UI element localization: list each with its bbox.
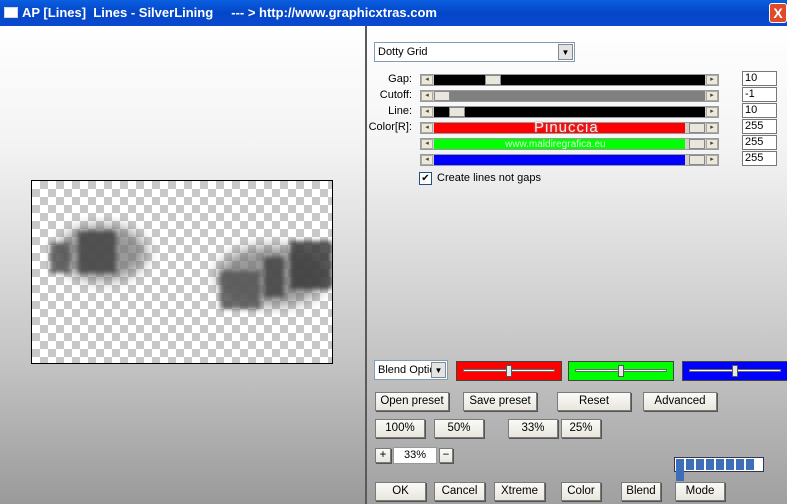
cancel-button[interactable]: Cancel: [434, 482, 485, 501]
preset-value: Dotty Grid: [378, 46, 428, 58]
cutoff-value-field[interactable]: -1: [742, 87, 777, 102]
swatch-handle[interactable]: [731, 365, 738, 377]
create-lines-label: Create lines not gaps: [437, 172, 541, 184]
zoom-value-field[interactable]: 33%: [393, 447, 437, 464]
arrow-right-icon[interactable]: ▸: [706, 139, 718, 149]
cutoff-label: Cutoff:: [379, 89, 412, 101]
preview-canvas[interactable]: [31, 180, 333, 364]
window-title: AP [Lines] Lines - SilverLining --- > ht…: [22, 5, 437, 20]
swatch-handle[interactable]: [617, 365, 624, 377]
red-color-swatch[interactable]: [456, 361, 562, 381]
arrow-right-icon[interactable]: ▸: [706, 75, 718, 85]
arrow-right-icon[interactable]: ▸: [706, 155, 718, 165]
line-slider[interactable]: ◂ ▸: [420, 106, 719, 118]
slider-track: [434, 91, 705, 101]
watermark-url: www.maldiregrafica.eu: [505, 139, 606, 150]
green-value-field[interactable]: 255: [742, 135, 777, 150]
arrow-left-icon[interactable]: ◂: [421, 107, 433, 117]
line-value-field[interactable]: 10: [742, 103, 777, 118]
blend-options-value: Blend Optio: [378, 364, 436, 376]
progress-segment: [686, 459, 694, 470]
slider-track: [434, 155, 685, 165]
slider-thumb[interactable]: [434, 91, 450, 101]
red-label: Color[R]:: [368, 121, 412, 133]
arrow-left-icon[interactable]: ◂: [421, 75, 433, 85]
slider-thumb[interactable]: [485, 75, 501, 85]
create-lines-checkbox[interactable]: ✔: [419, 172, 432, 185]
preview-image: [50, 225, 332, 309]
gap-value-field[interactable]: 10: [742, 71, 777, 86]
progress-segment: [676, 470, 684, 481]
red-value-field[interactable]: 255: [742, 119, 777, 134]
reset-button[interactable]: Reset: [557, 392, 631, 411]
progress-segment: [736, 459, 744, 470]
ok-button[interactable]: OK: [375, 482, 426, 501]
100-button[interactable]: 100%: [375, 419, 425, 438]
preset-dropdown[interactable]: Dotty Grid ▼: [374, 42, 575, 62]
xtreme-button[interactable]: Xtreme: [494, 482, 545, 501]
save-preset-button[interactable]: Save preset: [463, 392, 537, 411]
progress-segment: [706, 459, 714, 470]
blend-button[interactable]: Blend: [621, 482, 661, 501]
chevron-down-icon[interactable]: ▼: [431, 362, 446, 378]
arrow-left-icon[interactable]: ◂: [421, 155, 433, 165]
gap-slider[interactable]: ◂ ▸: [420, 74, 719, 86]
arrow-right-icon[interactable]: ▸: [706, 107, 718, 117]
swatch-handle[interactable]: [505, 365, 512, 377]
blue-slider[interactable]: ◂ ▸: [420, 154, 719, 166]
progress-segment: [726, 459, 734, 470]
app-icon: [4, 7, 18, 18]
slider-thumb[interactable]: [689, 123, 705, 133]
advanced-button[interactable]: Advanced: [643, 392, 717, 411]
33-button[interactable]: 33%: [508, 419, 558, 438]
progress-segment: [696, 459, 704, 470]
blend-options-dropdown[interactable]: Blend Optio ▼: [374, 360, 448, 380]
line-label: Line:: [388, 105, 412, 117]
arrow-left-icon[interactable]: ◂: [421, 123, 433, 133]
close-button[interactable]: X: [769, 3, 787, 23]
arrow-left-icon[interactable]: ◂: [421, 91, 433, 101]
check-icon: ✔: [421, 173, 430, 184]
arrow-left-icon[interactable]: ◂: [421, 139, 433, 149]
slider-track: [434, 107, 705, 117]
slider-thumb[interactable]: [689, 155, 705, 165]
zoom-in-button[interactable]: +: [375, 448, 391, 463]
green-color-swatch[interactable]: [568, 361, 674, 381]
gap-label: Gap:: [388, 73, 412, 85]
slider-thumb[interactable]: [449, 107, 465, 117]
open-preset-button[interactable]: Open preset: [375, 392, 449, 411]
watermark-title: Pinuccia: [534, 119, 599, 136]
preview-area: [0, 26, 365, 504]
50-button[interactable]: 50%: [434, 419, 484, 438]
title-bar: AP [Lines] Lines - SilverLining --- > ht…: [0, 0, 787, 26]
arrow-right-icon[interactable]: ▸: [706, 123, 718, 133]
progress-indicator: [674, 457, 764, 481]
mode-button[interactable]: Mode: [675, 482, 725, 501]
blue-color-swatch[interactable]: [682, 361, 787, 381]
25-button[interactable]: 25%: [561, 419, 601, 438]
arrow-right-icon[interactable]: ▸: [706, 91, 718, 101]
cutoff-slider[interactable]: ◂ ▸: [420, 90, 719, 102]
progress-segment: [676, 459, 684, 470]
slider-track: [434, 75, 705, 85]
blue-value-field[interactable]: 255: [742, 151, 777, 166]
slider-thumb[interactable]: [689, 139, 705, 149]
progress-segment: [716, 459, 724, 470]
chevron-down-icon[interactable]: ▼: [558, 44, 573, 60]
progress-segment: [746, 459, 754, 470]
zoom-out-button[interactable]: −: [439, 448, 453, 463]
color-button[interactable]: Color: [561, 482, 601, 501]
settings-panel: Dotty Grid ▼ Gap: ◂ ▸ 10 Cutoff: ◂ ▸ -1 Line: ◂ ▸ 1…: [367, 26, 787, 504]
